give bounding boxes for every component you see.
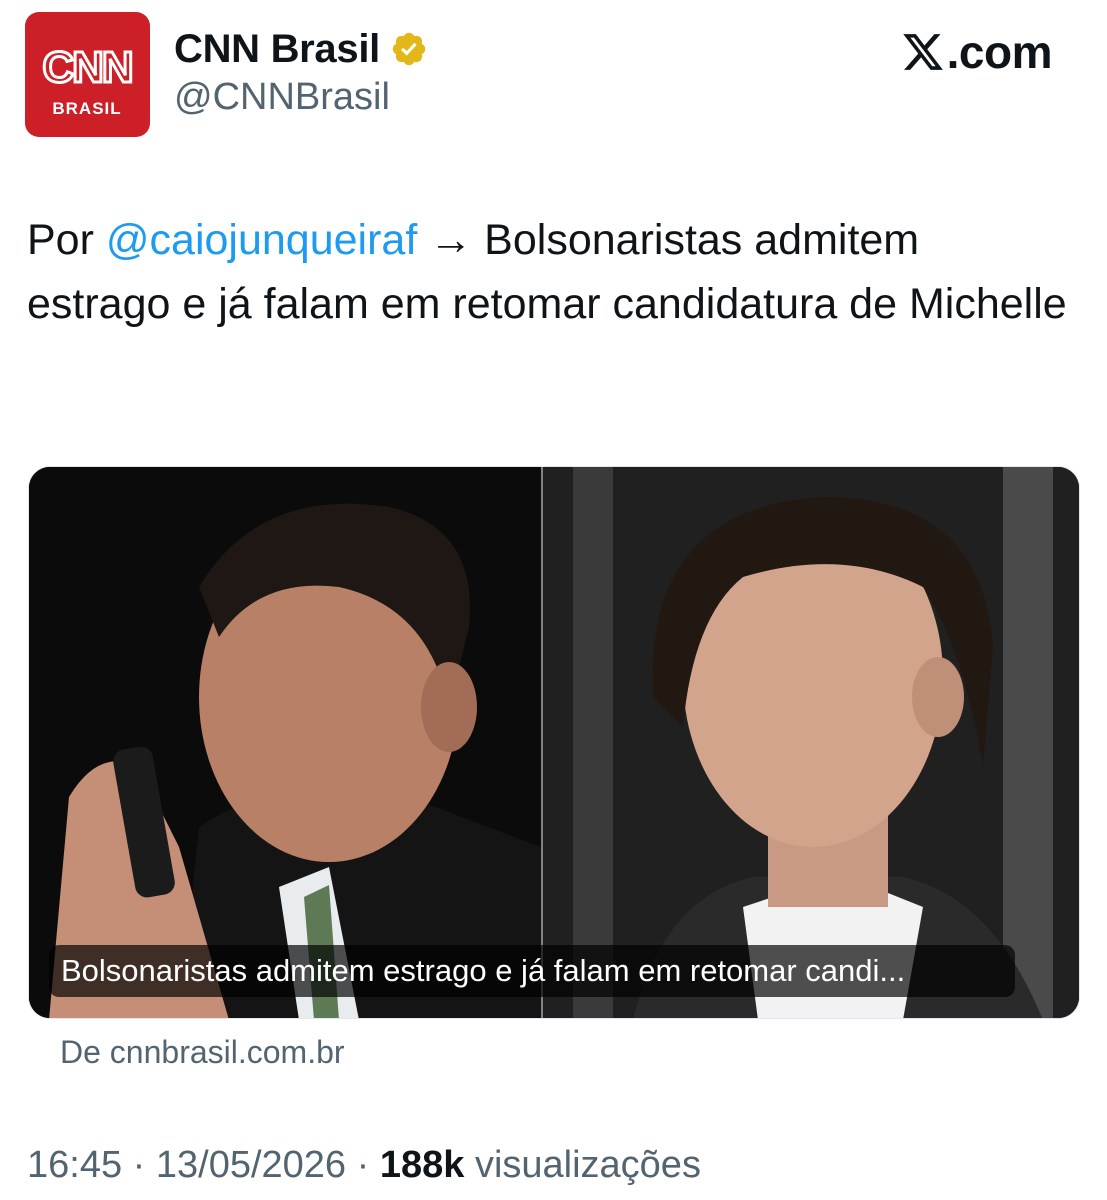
meta-separator: · <box>122 1144 156 1186</box>
views-label: visualizações <box>464 1144 701 1186</box>
tweet-meta: 16:45 · 13/05/2026 · 188k visualizações <box>27 1144 701 1187</box>
display-name[interactable]: CNN Brasil <box>174 27 380 72</box>
author-handle[interactable]: @CNNBrasil <box>174 76 390 119</box>
tweet-time[interactable]: 16:45 <box>27 1144 122 1186</box>
meta-separator: · <box>346 1144 380 1186</box>
card-caption[interactable]: Bolsonaristas admitem estrago e já falam… <box>49 945 1015 997</box>
verified-badge-icon <box>392 32 426 66</box>
cnn-logo-icon: CNN BRASIL <box>41 42 135 119</box>
tweet-text: Por @caiojunqueiraf → Bolsonaristas admi… <box>27 208 1067 336</box>
photo-man-on-phone <box>29 467 541 1018</box>
link-preview-card[interactable]: Bolsonaristas admitem estrago e já falam… <box>28 466 1080 1019</box>
author-name-row[interactable]: CNN Brasil <box>174 22 428 76</box>
views-count: 188k <box>379 1144 465 1186</box>
card-source-domain[interactable]: De cnnbrasil.com.br <box>60 1034 345 1071</box>
tweet-date[interactable]: 13/05/2026 <box>156 1144 346 1186</box>
tweet-card[interactable]: CNN BRASIL CNN Brasil @CNNBrasil .com Po… <box>0 0 1107 1200</box>
avatar[interactable]: CNN BRASIL <box>25 12 150 137</box>
svg-text:CNN: CNN <box>42 43 131 92</box>
x-logo-icon <box>902 34 943 70</box>
mention-link[interactable]: @caiojunqueiraf <box>106 216 417 264</box>
tweet-prefix: Por <box>27 216 106 264</box>
photo-woman <box>543 467 1079 1018</box>
brand-domain: .com <box>946 26 1053 78</box>
svg-text:BRASIL: BRASIL <box>52 99 121 118</box>
x-brand: .com <box>901 24 1053 80</box>
